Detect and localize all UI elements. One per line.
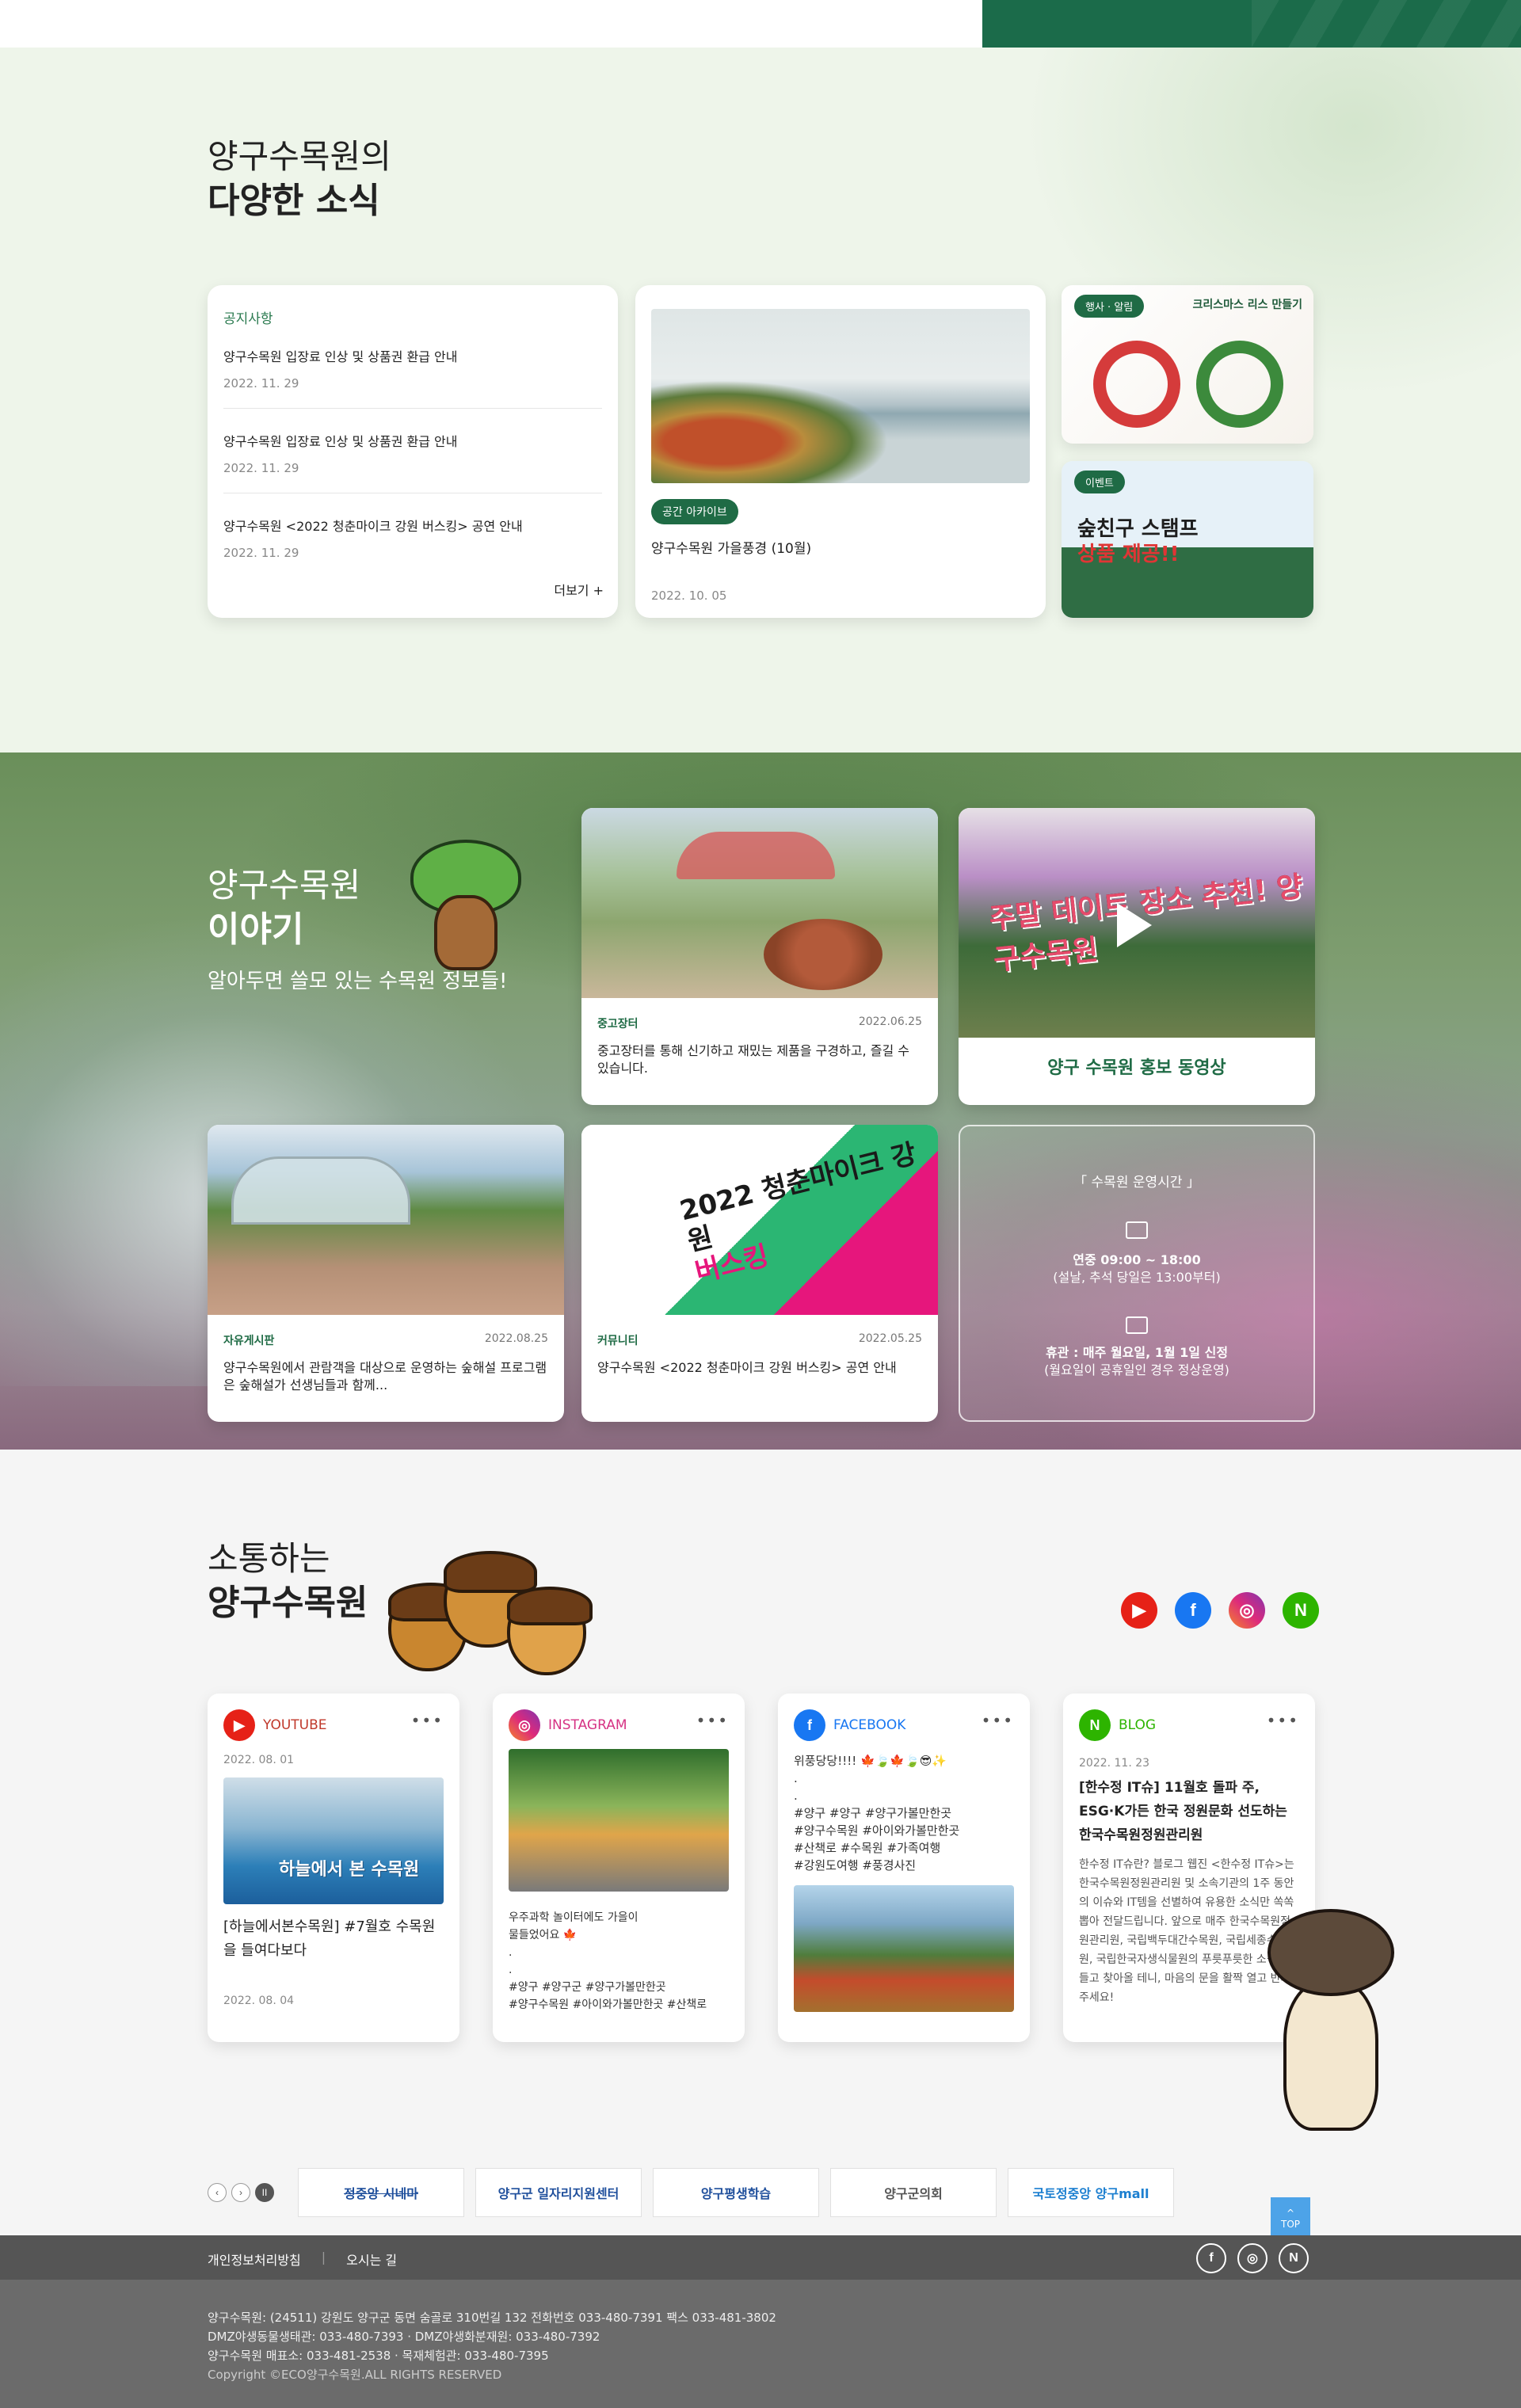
greenhouse-photo <box>208 1125 564 1315</box>
wreath-image <box>1093 341 1180 428</box>
instagram-icon[interactable]: ◎ <box>1229 1592 1265 1629</box>
busking-poster: 2022 청춘마이크 강원 버스킹 <box>581 1125 938 1315</box>
facebook-icon[interactable]: f <box>1175 1592 1211 1629</box>
notice-card: 공지사항 양구수목원 입장료 인상 및 상품권 환급 안내 2022. 11. … <box>208 285 618 618</box>
page: 양구수목원의 다양한 소식 공지사항 양구수목원 입장료 인상 및 상품권 환급… <box>0 0 1521 2408</box>
instagram-icon: ◎ <box>509 1709 540 1741</box>
archive-photo <box>651 309 1030 483</box>
event-card-stamp[interactable]: 이벤트 숲친구 스탬프 상품 제공!! <box>1062 461 1313 618</box>
prev-button[interactable]: ‹ <box>208 2183 227 2202</box>
clock-icon <box>1126 1221 1148 1239</box>
sns-section: 소통하는 양구수목원 ▶ f ◎ N ▶ YOUTUBE ••• 2022. 0… <box>0 1450 1521 2234</box>
event-badge: 행사 · 알림 <box>1074 295 1145 318</box>
notice-category[interactable]: 공지사항 <box>223 307 602 327</box>
more-link[interactable]: 더보기 + <box>554 580 604 599</box>
tree-mascot-icon <box>410 840 521 974</box>
chevron-up-icon: ^ <box>1286 2208 1295 2219</box>
sns-icon-group: ▶ f ◎ N <box>1121 1592 1319 1629</box>
partner-banner[interactable]: 양구평생학습 <box>653 2168 819 2217</box>
more-icon[interactable]: ••• <box>982 1711 1014 1730</box>
calendar-icon <box>1126 1316 1148 1334</box>
archive-badge: 공간 아카이브 <box>651 499 738 524</box>
top-bar-accent <box>982 0 1521 48</box>
privacy-link[interactable]: 개인정보처리방침 <box>208 2250 301 2269</box>
story-card-board[interactable]: 자유게시판 2022.08.25 양구수목원에서 관람객을 대상으로 운영하는 … <box>208 1125 564 1422</box>
archive-date: 2022. 10. 05 <box>651 589 727 603</box>
pause-button[interactable]: II <box>255 2183 274 2202</box>
story-section: 양구수목원 이야기 알아두면 쓸모 있는 수목원 정보들! 중고장터 2022.… <box>0 752 1521 1450</box>
event-card-wreath[interactable]: 행사 · 알림 크리스마스 리스 만들기 <box>1062 285 1313 444</box>
facebook-icon: f <box>794 1709 825 1741</box>
facebook-photo[interactable] <box>794 1885 1014 2012</box>
instagram-photo[interactable] <box>509 1749 729 1892</box>
wreath-image <box>1196 341 1283 428</box>
next-button[interactable]: › <box>231 2183 250 2202</box>
naver-blog-icon[interactable]: N <box>1283 1592 1319 1629</box>
more-icon[interactable]: ••• <box>696 1711 729 1730</box>
story-card-market[interactable]: 중고장터 2022.06.25 중고장터를 통해 신기하고 재밌는 제품을 구경… <box>581 808 938 1105</box>
facebook-icon[interactable]: f <box>1196 2243 1226 2273</box>
more-icon[interactable]: ••• <box>1267 1711 1299 1730</box>
sns-title: 소통하는 양구수목원 <box>208 1539 368 1623</box>
footer-info: 양구수목원: (24511) 강원도 양구군 동면 숨골로 310번길 132 … <box>0 2280 1521 2408</box>
notice-item[interactable]: 양구수목원 입장료 인상 및 상품권 환급 안내 2022. 11. 29 <box>223 431 602 493</box>
youtube-feed-card[interactable]: ▶ YOUTUBE ••• 2022. 08. 01 하늘에서 본 수목원 [하… <box>208 1694 459 2042</box>
naver-blog-icon: N <box>1079 1709 1111 1741</box>
top-button[interactable]: ^ TOP <box>1271 2197 1310 2240</box>
archive-title: 양구수목원 가을풍경 (10월) <box>651 541 812 557</box>
copyright: Copyright ©ECO양구수목원.ALL RIGHTS RESERVED <box>208 2368 502 2382</box>
event-headline: 크리스마스 리스 만들기 <box>1192 299 1302 311</box>
partner-banner[interactable]: 국토정중앙 양구mall <box>1008 2168 1174 2217</box>
event-headline: 숲친구 스탬프 상품 제공!! <box>1077 517 1199 566</box>
more-icon[interactable]: ••• <box>411 1711 444 1730</box>
youtube-icon[interactable]: ▶ <box>1121 1592 1157 1629</box>
partner-banner[interactable]: 정중앙 시네마 <box>298 2168 464 2217</box>
directions-link[interactable]: 오시는 길 <box>346 2250 397 2269</box>
play-icon[interactable] <box>1117 903 1152 947</box>
facebook-feed-card[interactable]: f FACEBOOK ••• 위풍당당!!!! 🍁🍃🍁🍃😎✨ . . #양구 #… <box>778 1694 1030 2042</box>
news-section: 양구수목원의 다양한 소식 공지사항 양구수목원 입장료 인상 및 상품권 환급… <box>0 48 1521 752</box>
archive-card[interactable]: 공간 아카이브 양구수목원 가을풍경 (10월) 2022. 10. 05 <box>635 285 1046 618</box>
instagram-feed-card[interactable]: ◎ INSTAGRAM ••• 우주과학 놀이터에도 가을이 물들었어요 🍁 .… <box>493 1694 745 2042</box>
partner-banner-bar: ‹ › II 정중앙 시네마 양구군 일자리지원센터 양구평생학습 양구군의회 … <box>208 2167 1317 2218</box>
market-photo <box>581 808 938 998</box>
youtube-icon: ▶ <box>223 1709 255 1741</box>
instagram-icon[interactable]: ◎ <box>1237 2243 1268 2273</box>
news-title: 양구수목원의 다양한 소식 <box>208 137 391 221</box>
partner-banner[interactable]: 양구군 일자리지원센터 <box>475 2168 642 2217</box>
footer-nav: 개인정보처리방침 | 오시는 길 f ◎ N <box>0 2235 1521 2280</box>
story-card-video[interactable]: 주말 데이트 장소 추천! 양구수목원 양구 수목원 홍보 동영상 <box>959 808 1315 1105</box>
event-badge: 이벤트 <box>1074 471 1125 493</box>
video-thumbnail: 주말 데이트 장소 추천! 양구수목원 <box>959 808 1315 1038</box>
acorn-mascot-icon <box>388 1551 594 1679</box>
notice-item[interactable]: 양구수목원 입장료 인상 및 상품권 환급 안내 2022. 11. 29 <box>223 346 602 409</box>
story-card-community[interactable]: 2022 청춘마이크 강원 버스킹 커뮤니티 2022.05.25 양구수목원 … <box>581 1125 938 1422</box>
partner-banner[interactable]: 양구군의회 <box>830 2168 997 2217</box>
hours-card: 「 수목원 운영시간 」 연중 09:00 ~ 18:00 (설날, 추석 당일… <box>959 1125 1315 1422</box>
story-title: 양구수목원 이야기 <box>208 866 361 950</box>
notice-item[interactable]: 양구수목원 <2022 청춘마이크 강원 버스킹> 공연 안내 2022. 11… <box>223 516 602 577</box>
weasel-mascot-icon <box>1252 1909 1394 2139</box>
top-bar <box>0 0 1521 48</box>
youtube-thumbnail[interactable]: 하늘에서 본 수목원 <box>223 1777 444 1904</box>
naver-blog-icon[interactable]: N <box>1279 2243 1309 2273</box>
